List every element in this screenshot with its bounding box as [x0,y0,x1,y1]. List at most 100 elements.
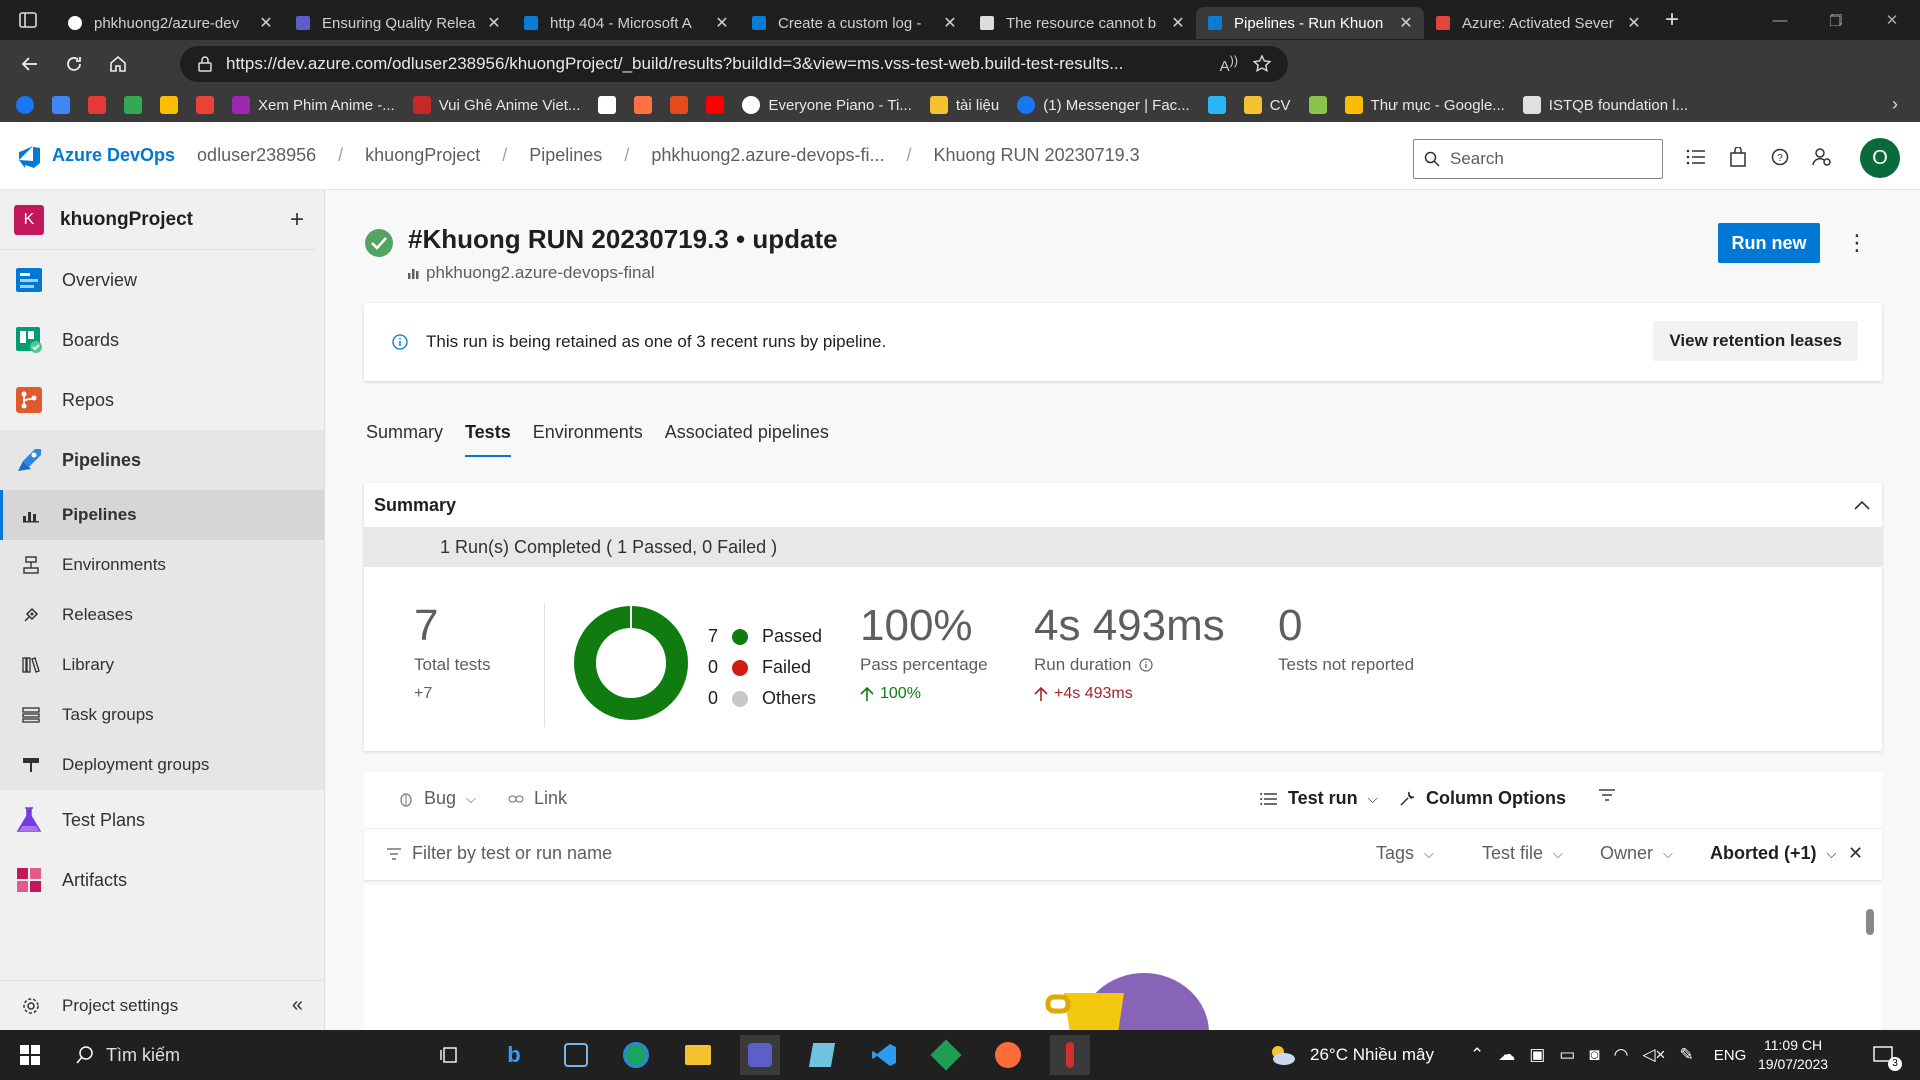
tab-actions-icon[interactable] [0,0,56,40]
nav-item-boards[interactable]: Boards [0,310,324,370]
weather-text[interactable]: 26°C Nhiều mây [1310,1045,1434,1065]
bookmark-item[interactable] [16,96,34,114]
new-tab-button[interactable]: + [1652,0,1692,40]
filter-input[interactable]: Filter by test or run name [386,843,612,864]
wifi-icon[interactable]: ◠ [1614,1045,1629,1065]
nav-item-overview[interactable]: Overview [0,250,324,310]
user-settings-icon[interactable] [1806,139,1838,175]
tab-environments[interactable]: Environments [533,422,643,457]
test-run-group-button[interactable]: Test run ⌵ [1260,788,1378,809]
bookmark-item[interactable] [598,96,617,114]
run-new-button[interactable]: Run new [1718,223,1820,263]
close-tab-icon[interactable]: ✕ [942,13,958,33]
close-tab-icon[interactable]: ✕ [1626,13,1642,33]
bookmark-item[interactable] [52,96,70,114]
test-file-dropdown[interactable]: Test file ⌵ [1482,843,1563,864]
postman-icon[interactable] [988,1035,1028,1075]
help-icon[interactable]: ? [1764,139,1796,175]
notifications-icon[interactable]: 3 [1864,1035,1904,1075]
filter-toggle-button[interactable] [1598,788,1616,802]
file-explorer-icon[interactable] [678,1035,718,1075]
nav-sub-pipelines[interactable]: Pipelines [0,490,324,540]
chevron-up-icon[interactable] [1854,500,1870,510]
azure-devops-logo-icon[interactable] [16,143,42,169]
close-window-icon[interactable]: ✕ [1864,0,1920,40]
tab-associated-pipelines[interactable]: Associated pipelines [665,422,829,457]
info-icon[interactable] [1139,658,1153,672]
bookmark-item[interactable] [88,96,106,114]
add-icon[interactable]: + [290,206,304,234]
bookmark-item[interactable] [634,96,653,114]
tab-tests[interactable]: Tests [465,422,511,457]
bookmark-item[interactable] [160,96,178,114]
back-icon[interactable] [8,44,52,84]
browser-tab[interactable]: Create a custom log - ✕ [740,7,968,39]
close-tab-icon[interactable]: ✕ [1398,13,1414,33]
bookmark-item[interactable]: Xem Phim Anime -... [232,96,395,114]
clear-filters-icon[interactable]: ✕ [1848,843,1863,864]
webcam-icon[interactable]: ◙ [1589,1045,1599,1065]
nav-sub-deployment-groups[interactable]: Deployment groups [0,740,324,790]
scrollbar[interactable] [1866,895,1876,1015]
view-retention-leases-button[interactable]: View retention leases [1653,321,1858,361]
nav-item-repos[interactable]: Repos [0,370,324,430]
tags-dropdown[interactable]: Tags ⌵ [1376,843,1434,864]
windows-start-icon[interactable] [10,1035,50,1075]
notepad-icon[interactable] [802,1035,842,1075]
bookmark-item[interactable]: Everyone Piano - Ti... [742,96,912,114]
browser-tab[interactable]: Ensuring Quality Relea ✕ [284,7,512,39]
bug-button[interactable]: Bug ⌵ [398,788,476,809]
task-view-icon[interactable] [430,1035,470,1075]
nav-item-test-plans[interactable]: Test Plans [0,790,324,850]
battery-icon[interactable]: ▭ [1559,1045,1575,1065]
bookmark-item[interactable]: Vui Ghê Anime Viet... [412,96,580,114]
bookmark-item[interactable] [706,96,725,114]
nav-item-artifacts[interactable]: Artifacts [0,850,324,910]
volume-icon[interactable]: ◁× [1642,1045,1665,1065]
browser-tab[interactable]: Pipelines - Run Khuon ✕ [1196,7,1424,39]
nav-sub-releases[interactable]: Releases [0,590,324,640]
browser-tab[interactable]: http 404 - Microsoft A ✕ [512,7,740,39]
bookmarks-overflow-icon[interactable]: › [1892,94,1898,115]
git-app-icon[interactable] [926,1035,966,1075]
browser-tab[interactable]: The resource cannot b ✕ [968,7,1196,39]
close-tab-icon[interactable]: ✕ [1170,13,1186,33]
bookmark-item[interactable] [670,96,689,114]
bing-icon[interactable]: b [494,1035,534,1075]
close-tab-icon[interactable]: ✕ [714,13,730,33]
search-input[interactable]: Search [1413,139,1663,179]
link-button[interactable]: Link [508,788,567,809]
language-indicator[interactable]: ENG [1714,1047,1747,1064]
read-aloud-icon[interactable]: A)) [1220,54,1238,75]
pen-icon[interactable]: ✎ [1679,1045,1693,1065]
breadcrumb-pipelines[interactable]: Pipelines [529,145,602,166]
breadcrumb-project[interactable]: khuongProject [365,145,480,166]
bookmark-item[interactable]: (1) Messenger | Fac... [1017,96,1190,114]
bookmark-item[interactable]: ISTQB foundation l... [1522,96,1688,114]
vscode-icon[interactable] [864,1035,904,1075]
nav-item-pipelines[interactable]: Pipelines [0,430,324,490]
marketplace-bag-icon[interactable] [1722,139,1754,175]
browser-tab[interactable]: phkhuong2/azure-dev ✕ [56,7,284,39]
bookmark-item[interactable] [124,96,142,114]
outcome-dropdown[interactable]: Aborted (+1) ⌵ [1710,843,1836,864]
breadcrumb-run[interactable]: Khuong RUN 20230719.3 [934,145,1140,166]
project-switcher[interactable]: K khuongProject + [0,190,316,250]
restore-icon[interactable] [1808,0,1864,40]
display-icon[interactable]: ▣ [1529,1045,1545,1065]
jmeter-icon[interactable] [1050,1035,1090,1075]
more-actions-icon[interactable]: ⋮ [1846,230,1868,256]
breadcrumb-org[interactable]: odluser238956 [197,145,316,166]
nav-sub-environments[interactable]: Environments [0,540,324,590]
summary-header[interactable]: Summary [364,483,1882,527]
photos-app-icon[interactable] [556,1035,596,1075]
nav-sub-task-groups[interactable]: Task groups [0,690,324,740]
collapse-sidebar-icon[interactable]: « [292,994,303,1017]
minimize-icon[interactable]: — [1752,0,1808,40]
nav-sub-library[interactable]: Library [0,640,324,690]
avatar[interactable]: O [1860,138,1900,178]
owner-dropdown[interactable]: Owner ⌵ [1600,843,1673,864]
home-icon[interactable] [96,44,140,84]
taskbar-search[interactable]: Tìm kiếm [60,1030,180,1080]
project-settings[interactable]: Project settings « [0,980,325,1030]
